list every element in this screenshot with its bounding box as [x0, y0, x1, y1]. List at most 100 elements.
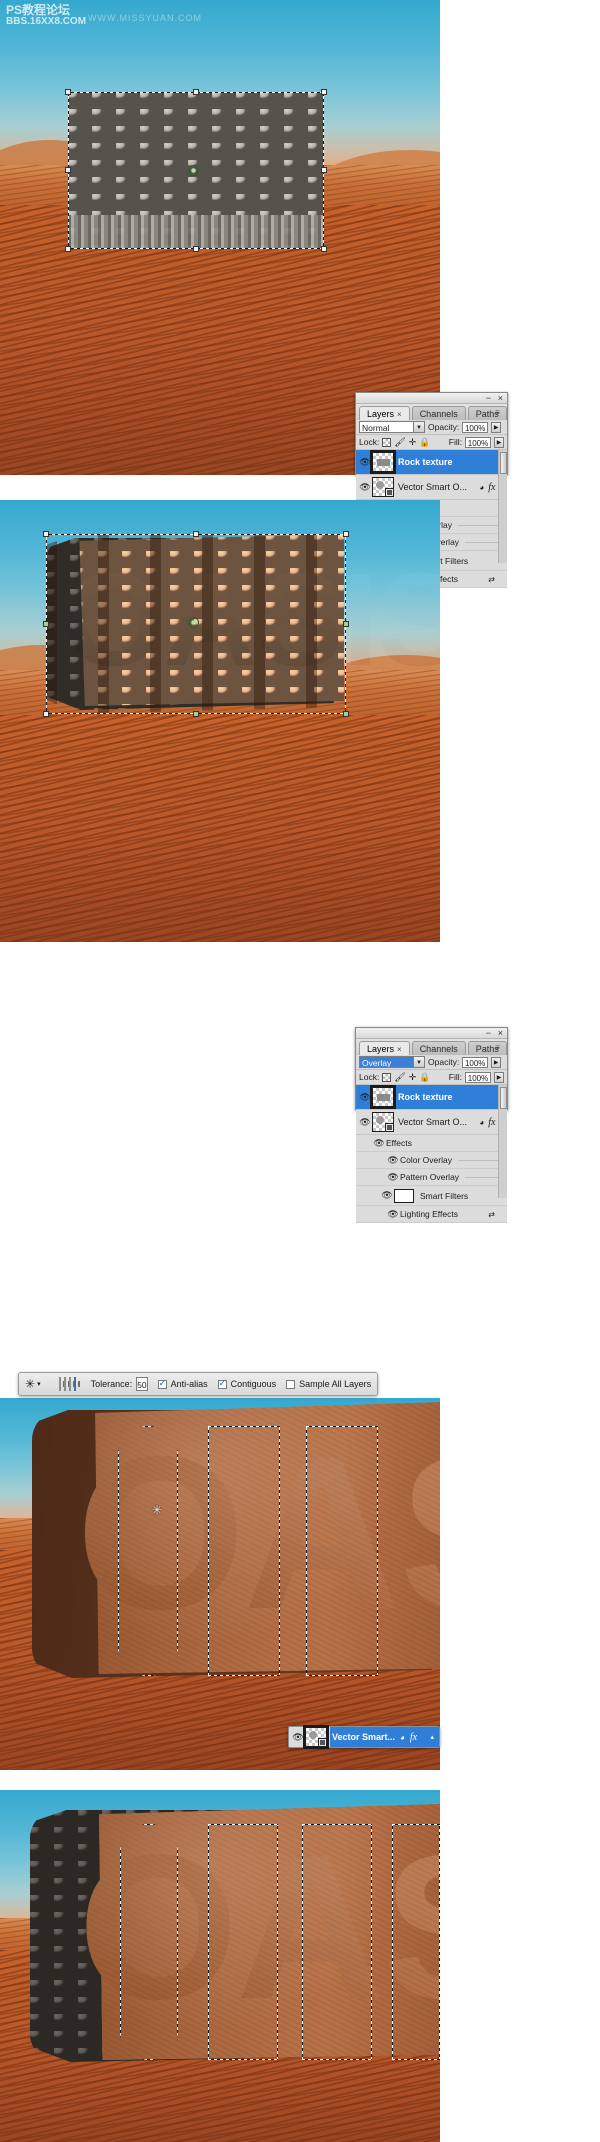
rock-thumb[interactable]	[370, 450, 396, 474]
desert-canvas-4[interactable]: OASIS	[0, 1790, 440, 2142]
transform-handle-tl[interactable]	[65, 89, 71, 95]
eye-icon[interactable]: 👁	[386, 1172, 400, 1183]
smart-object-thumb[interactable]	[372, 1112, 394, 1132]
fx-icon[interactable]: fx	[488, 1117, 495, 1128]
effects-group-row[interactable]: 👁 Effects	[356, 1135, 507, 1152]
eye-icon[interactable]: 👁	[386, 1209, 400, 1220]
sample-all-layers-checkbox-wrap[interactable]: Sample All Layers	[286, 1379, 371, 1389]
fx-icon[interactable]: fx	[488, 482, 495, 493]
panel-titlebar-2[interactable]: − ×	[356, 1028, 507, 1039]
transform-handle-bl[interactable]	[65, 246, 71, 252]
scrollbar-thumb[interactable]	[500, 1087, 507, 1109]
contiguous-checkbox[interactable]	[217, 1378, 227, 1389]
scrollbar-thumb[interactable]	[500, 452, 507, 474]
chevron-down-icon[interactable]: ▼	[413, 422, 424, 432]
layer-list-scrollbar[interactable]	[498, 1085, 507, 1198]
layer-list-scrollbar[interactable]	[498, 450, 507, 563]
add-to-selection-button[interactable]	[63, 1377, 70, 1391]
collapse-icon[interactable]: ▴	[430, 1733, 434, 1741]
fill-input[interactable]: 100%	[465, 436, 491, 448]
transform-handle-tl[interactable]	[43, 531, 49, 537]
transform-handle-bm[interactable]	[193, 246, 199, 252]
transform-handle-tm[interactable]	[193, 531, 199, 537]
tab-close-icon[interactable]: ×	[397, 410, 402, 419]
transform-handle-br[interactable]	[321, 246, 327, 252]
transform-handle-ml[interactable]	[65, 167, 71, 173]
eye-icon[interactable]: 👁	[358, 482, 372, 493]
filter-settings-icon[interactable]: ⇄	[488, 575, 507, 584]
eye-icon[interactable]: 👁	[291, 1732, 305, 1743]
oasis-3d-text-clay[interactable]: OASIS	[32, 1402, 440, 1682]
blend-mode-select[interactable]: Overlay ▼	[359, 1056, 425, 1068]
eye-icon[interactable]: 👁	[358, 457, 372, 468]
smart-object-thumb[interactable]	[372, 477, 394, 497]
layer-style-icon[interactable]: ◕	[479, 1118, 484, 1127]
smart-filters-row[interactable]: 👁 Smart Filters	[356, 1186, 507, 1206]
anti-alias-checkbox-wrap[interactable]: Anti-alias	[157, 1378, 208, 1389]
eye-icon[interactable]: 👁	[372, 1138, 386, 1149]
minimize-icon[interactable]: −	[486, 394, 491, 403]
mini-layer-strip[interactable]: 👁 Vector Smart... ◕ fx ▴	[288, 1725, 440, 1749]
lock-image-icon[interactable]: 🖌	[394, 437, 405, 448]
transform-handle-bl[interactable]	[43, 711, 49, 717]
tool-preset-caret-icon[interactable]: ▾	[37, 1380, 41, 1388]
layers-panel-step-1[interactable]: − × Layers × Channels Paths ≡ Normal ▼ Op…	[355, 392, 508, 588]
transform-handle-mr[interactable]	[321, 167, 327, 173]
desert-canvas-3[interactable]: OASIS ✳	[0, 1398, 440, 1770]
chevron-down-icon[interactable]: ▼	[413, 1057, 424, 1067]
panel-tabs-1[interactable]: Layers × Channels Paths ≡	[356, 404, 507, 420]
transform-handle-ml[interactable]	[43, 621, 49, 627]
lock-all-icon[interactable]: 🔒	[419, 1072, 430, 1083]
transform-handle-tm[interactable]	[193, 89, 199, 95]
filter-row-lighting-effects[interactable]: 👁 Lighting Effects ⇄	[356, 1206, 507, 1223]
layer-row-rock-texture[interactable]: 👁 Rock texture	[356, 450, 507, 475]
lock-all-icon[interactable]: 🔒	[419, 437, 430, 448]
eye-icon[interactable]: 👁	[386, 1155, 400, 1166]
blend-mode-row-2[interactable]: Overlay ▼ Opacity: 100% ▶	[356, 1055, 507, 1070]
lock-position-icon[interactable]: ✛	[409, 1072, 417, 1083]
effect-row-color-overlay[interactable]: 👁 Color Overlay	[356, 1152, 507, 1169]
layer-style-icon[interactable]: ◕	[479, 483, 484, 492]
tab-layers[interactable]: Layers ×	[359, 406, 410, 420]
effect-row-pattern-overlay[interactable]: 👁 Pattern Overlay	[356, 1169, 507, 1186]
close-icon[interactable]: ×	[498, 1029, 503, 1038]
opacity-input[interactable]: 100%	[462, 1056, 489, 1068]
mini-strip-selected-row[interactable]: Vector Smart... ◕ fx ▴	[330, 1727, 439, 1747]
lock-row-1[interactable]: Lock: 🖌 ✛ 🔒 Fill: 100% ▶	[356, 435, 507, 450]
transform-handle-tr[interactable]	[343, 531, 349, 537]
panel-titlebar-1[interactable]: − ×	[356, 393, 507, 404]
smart-object-thumb[interactable]	[303, 1725, 329, 1749]
tab-channels[interactable]: Channels	[411, 1041, 466, 1055]
intersect-with-selection-button[interactable]	[73, 1377, 80, 1391]
sample-all-layers-checkbox[interactable]	[286, 1379, 296, 1389]
magic-wand-options-bar[interactable]: ✳ ▾ Tolerance: 50 Anti-alias Contiguous …	[18, 1372, 378, 1396]
anti-alias-checkbox[interactable]	[157, 1378, 167, 1389]
layers-panel-step-2[interactable]: − × Layers × Channels Paths ≡ Overlay ▼ O…	[355, 1027, 508, 1223]
panel-menu-icon[interactable]: ≡	[491, 1042, 504, 1054]
minimize-icon[interactable]: −	[486, 1029, 491, 1038]
transform-handle-mr[interactable]	[343, 621, 349, 627]
transform-center-point[interactable]	[188, 617, 199, 628]
transform-handle-tr[interactable]	[321, 89, 327, 95]
layer-row-vector-smart-object[interactable]: 👁 Vector Smart O... ◕ fx ▴	[356, 475, 507, 500]
tolerance-input[interactable]: 50	[136, 1377, 148, 1391]
fx-icon[interactable]: fx	[410, 1732, 417, 1743]
lock-row-2[interactable]: Lock: 🖌 ✛ 🔒 Fill: 100% ▶	[356, 1070, 507, 1085]
panel-menu-icon[interactable]: ≡	[491, 407, 504, 419]
tab-layers[interactable]: Layers ×	[359, 1041, 410, 1055]
filter-settings-icon[interactable]: ⇄	[488, 1210, 507, 1219]
panel-tabs-2[interactable]: Layers × Channels Paths ≡	[356, 1039, 507, 1055]
eye-icon[interactable]: 👁	[380, 1190, 394, 1201]
layer-list-2[interactable]: 👁 Rock texture 👁 Vector Smart O... ◕ fx …	[356, 1085, 507, 1223]
opacity-input[interactable]: 100%	[462, 421, 489, 433]
layer-row-rock-texture[interactable]: 👁 Rock texture	[356, 1085, 507, 1110]
fill-stepper-icon[interactable]: ▶	[494, 1071, 504, 1083]
layer-row-vector-smart-object[interactable]: 👁 Vector Smart O... ◕ fx ▴	[356, 1110, 507, 1135]
blend-mode-row-1[interactable]: Normal ▼ Opacity: 100% ▶	[356, 420, 507, 435]
contiguous-checkbox-wrap[interactable]: Contiguous	[217, 1378, 276, 1389]
new-selection-button[interactable]	[58, 1377, 65, 1391]
lock-image-icon[interactable]: 🖌	[394, 1072, 405, 1083]
rock-thumb[interactable]	[370, 1085, 396, 1109]
lock-position-icon[interactable]: ✛	[409, 437, 417, 448]
fill-input[interactable]: 100%	[465, 1071, 491, 1083]
